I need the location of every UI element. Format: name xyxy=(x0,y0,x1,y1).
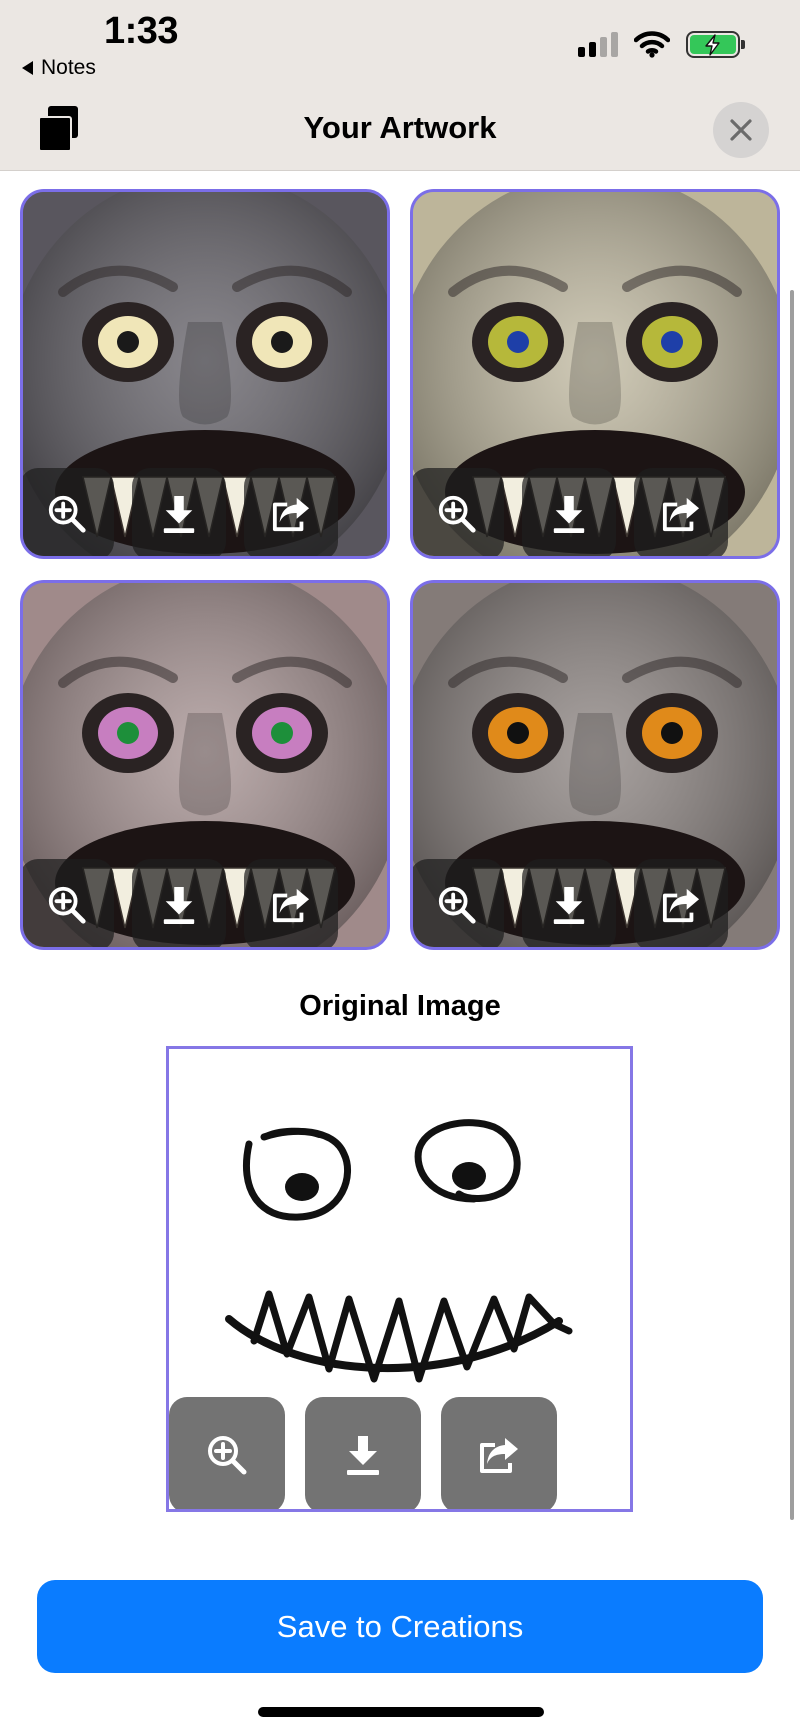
top-bar: 1:33 Notes Your Artwork xyxy=(0,0,800,171)
artwork-card-2[interactable] xyxy=(410,189,780,559)
artwork-share-button[interactable] xyxy=(244,859,338,947)
back-label: Notes xyxy=(41,56,96,79)
back-to-notes-link[interactable]: Notes xyxy=(22,56,96,80)
artwork-card-4[interactable] xyxy=(410,580,780,950)
share-icon xyxy=(272,888,310,923)
artwork-share-button[interactable] xyxy=(634,468,728,556)
artwork-zoom-button[interactable] xyxy=(413,468,504,556)
status-time: 1:33 xyxy=(104,10,179,52)
original-image-title: Original Image xyxy=(299,990,501,1022)
download-icon xyxy=(163,886,195,924)
share-icon xyxy=(662,888,700,923)
artwork-zoom-button[interactable] xyxy=(23,468,114,556)
original-image-card[interactable] xyxy=(166,1046,633,1512)
artwork-actions xyxy=(23,859,338,947)
artwork-actions xyxy=(23,468,338,556)
artwork-zoom-button[interactable] xyxy=(413,859,504,947)
artwork-actions xyxy=(413,859,728,947)
artwork-download-button[interactable] xyxy=(522,859,616,947)
artwork-card-1[interactable] xyxy=(20,189,390,559)
artwork-download-button[interactable] xyxy=(132,859,226,947)
zoom-in-icon xyxy=(208,1436,247,1475)
artwork-card-3[interactable] xyxy=(20,580,390,950)
download-icon xyxy=(553,495,585,533)
original-actions xyxy=(169,1397,557,1509)
zoom-in-icon xyxy=(48,495,86,533)
share-icon xyxy=(662,497,700,532)
status-icons xyxy=(578,30,745,58)
wifi-icon xyxy=(634,31,670,58)
share-icon xyxy=(480,1438,518,1473)
close-icon xyxy=(730,119,752,141)
page-title: Your Artwork xyxy=(303,110,497,145)
download-icon xyxy=(553,886,585,924)
download-icon xyxy=(347,1436,379,1475)
zoom-in-icon xyxy=(438,886,476,924)
cellular-signal-icon xyxy=(578,31,618,57)
battery-charging-icon xyxy=(686,30,745,58)
artwork-download-button[interactable] xyxy=(522,468,616,556)
artwork-share-button[interactable] xyxy=(634,859,728,947)
download-icon xyxy=(163,495,195,533)
back-arrow-icon xyxy=(22,61,33,75)
home-indicator[interactable] xyxy=(258,1707,544,1717)
artwork-download-button[interactable] xyxy=(132,468,226,556)
zoom-in-icon xyxy=(438,495,476,533)
artwork-share-button[interactable] xyxy=(244,468,338,556)
original-share-button[interactable] xyxy=(441,1397,557,1509)
zoom-in-icon xyxy=(48,886,86,924)
original-download-button[interactable] xyxy=(305,1397,421,1509)
original-zoom-button[interactable] xyxy=(169,1397,285,1509)
share-icon xyxy=(272,497,310,532)
save-to-creations-button[interactable]: Save to Creations xyxy=(37,1580,763,1673)
artwork-zoom-button[interactable] xyxy=(23,859,114,947)
artwork-actions xyxy=(413,468,728,556)
close-button[interactable] xyxy=(713,102,769,158)
scroll-indicator[interactable] xyxy=(790,290,794,1520)
